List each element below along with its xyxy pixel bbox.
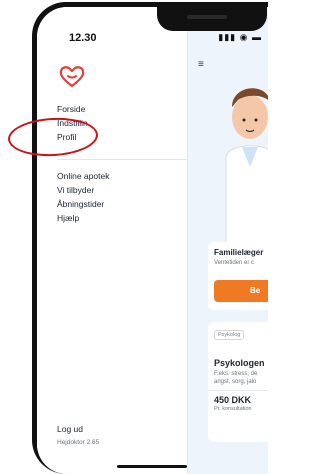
price-unit: Pr. konsultation (214, 406, 252, 412)
speaker-grille (187, 15, 227, 19)
price: 450 DKK (214, 395, 252, 405)
card-title: Familielæger (214, 248, 264, 257)
category-tag: Psykolog (214, 330, 245, 340)
card-psykolog[interactable]: Psykolog Psykologen F.eks. stress, de an… (208, 322, 268, 442)
description-line: F.eks. stress, de (214, 371, 258, 377)
battery-icon: ▬ (252, 32, 262, 42)
main-app-panel[interactable]: ≡ Familielæger Ventetiden er c Be Psykol… (187, 7, 268, 474)
signal-icon: ▮▮▮ (218, 32, 237, 42)
card-familielaege[interactable]: Familielæger Ventetiden er c Be (208, 242, 268, 310)
logout-link[interactable]: Log ud (57, 424, 83, 434)
menu-item-vi-tilbyder[interactable]: Vi tilbyder (57, 183, 109, 197)
book-button[interactable]: Be (214, 280, 268, 302)
menu-divider (57, 159, 187, 160)
phone-frame: Forside Indstillin Profil Online apotek … (32, 2, 268, 474)
status-time: 12.30 (69, 32, 97, 44)
menu-item-online-apotek[interactable]: Online apotek (57, 169, 109, 183)
card-description: F.eks. stress, de angst, sorg, jalo (214, 370, 268, 386)
wifi-icon: ◉ (239, 32, 249, 42)
drawer-menu-secondary: Online apotek Vi tilbyder Åbningstider H… (57, 169, 109, 225)
menu-item-abningstider[interactable]: Åbningstider (57, 197, 109, 211)
heart-logo-icon (59, 66, 85, 88)
card-divider (208, 390, 268, 391)
card-subtitle: Ventetiden er c (214, 260, 255, 266)
menu-item-hjaelp[interactable]: Hjælp (57, 211, 109, 225)
menu-item-forside[interactable]: Forside (57, 102, 88, 116)
notch (157, 7, 267, 31)
status-icons: ▮▮▮ ◉ ▬ (218, 32, 262, 43)
app-version: Hejdoktor 2.65 (57, 439, 100, 446)
hamburger-icon[interactable]: ≡ (198, 59, 204, 70)
home-indicator[interactable] (117, 465, 187, 468)
description-line: angst, sorg, jalo (214, 379, 257, 385)
doctor-illustration (225, 88, 268, 252)
screen: Forside Indstillin Profil Online apotek … (37, 7, 268, 474)
card-title: Psykologen (214, 358, 265, 368)
side-drawer: Forside Indstillin Profil Online apotek … (37, 7, 187, 474)
